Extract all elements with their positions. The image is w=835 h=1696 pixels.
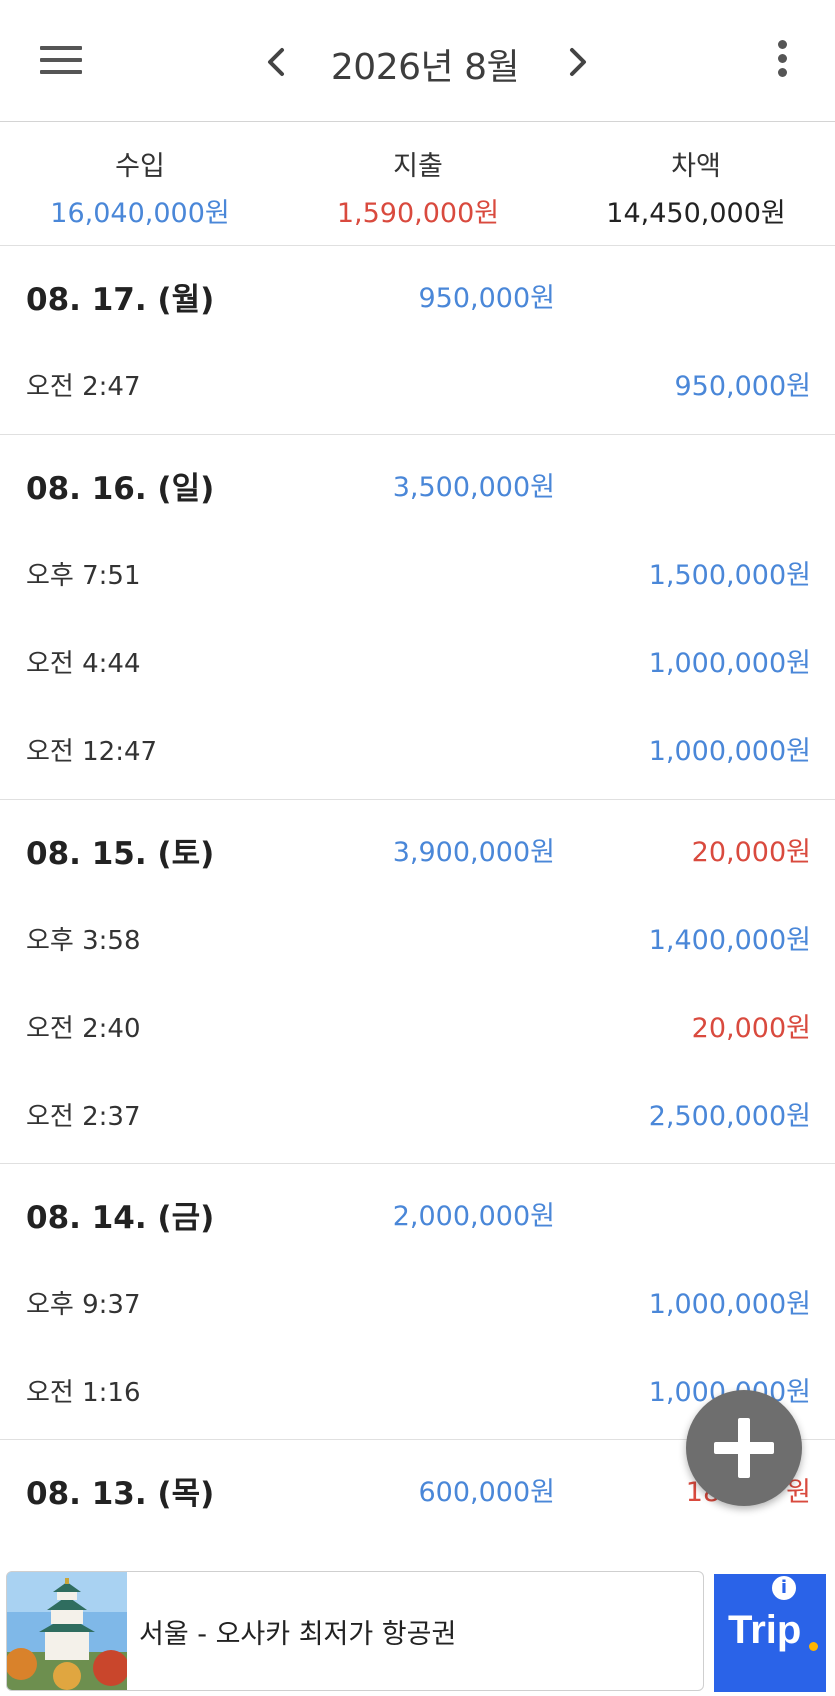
day-header[interactable]: 08. 17. (월) 950,000원 [0, 246, 835, 340]
day-group: 08. 16. (일) 3,500,000원 오후 7:51 1,500,000… [0, 435, 835, 800]
ad-headline: 서울 - 오사카 최저가 항공권 [139, 1619, 457, 1650]
transaction-amount: 1,400,000원 [648, 925, 811, 956]
transaction-amount: 950,000원 [674, 371, 812, 402]
hamburger-menu-icon[interactable] [40, 46, 82, 76]
income-total: 16,040,000원 [50, 198, 230, 229]
transaction-time: 오전 12:47 [26, 737, 158, 767]
day-group: 08. 14. (금) 2,000,000원 오후 9:37 1,000,000… [0, 1164, 835, 1440]
day-income-total: 600,000원 [418, 1477, 556, 1508]
day-date: 08. 16. (일) [26, 471, 215, 507]
transaction-time: 오후 3:58 [26, 926, 141, 956]
day-date: 08. 15. (토) [26, 836, 215, 872]
transaction-row[interactable]: 오전 2:37 2,500,000원 [0, 1070, 835, 1158]
ad-card[interactable]: 서울 - 오사카 최저가 항공권 [6, 1571, 704, 1691]
day-date: 08. 13. (목) [26, 1476, 215, 1512]
day-income-total: 3,900,000원 [392, 837, 555, 868]
transaction-row[interactable]: 오전 4:44 1,000,000원 [0, 617, 835, 705]
day-header[interactable]: 08. 16. (일) 3,500,000원 [0, 435, 835, 529]
add-transaction-button[interactable] [686, 1390, 802, 1506]
balance-summary: 차액 14,450,000원 [556, 144, 835, 230]
transaction-time: 오전 2:47 [26, 372, 141, 402]
transaction-amount: 2,500,000원 [648, 1101, 811, 1132]
info-icon[interactable]: i [770, 1574, 798, 1602]
month-title[interactable]: 2026년 8월 [300, 38, 550, 90]
income-summary: 수입 16,040,000원 [0, 144, 280, 230]
day-group: 08. 15. (토) 3,900,000원 20,000원 오후 3:58 1… [0, 800, 835, 1164]
day-income-total: 2,000,000원 [392, 1201, 555, 1232]
trip-logo-text: Trip [728, 1608, 802, 1652]
transaction-amount: 1,000,000원 [648, 736, 811, 767]
expense-summary: 지출 1,590,000원 [278, 144, 558, 230]
top-app-bar: 2026년 8월 [0, 0, 835, 122]
balance-label: 차액 [671, 151, 721, 182]
osaka-castle-image [7, 1572, 129, 1690]
day-group: 08. 17. (월) 950,000원 오전 2:47 950,000원 [0, 246, 835, 435]
transaction-time: 오전 2:40 [26, 1014, 141, 1044]
day-date: 08. 17. (월) [26, 282, 215, 318]
more-vertical-icon[interactable] [770, 40, 794, 84]
transaction-amount: 1,000,000원 [648, 1289, 811, 1320]
transaction-amount: 20,000원 [691, 1013, 811, 1044]
transaction-time: 오전 1:16 [26, 1378, 141, 1408]
transaction-row[interactable]: 오전 12:47 1,000,000원 [0, 705, 835, 793]
chevron-left-icon[interactable] [258, 42, 298, 82]
transaction-row[interactable]: 오후 7:51 1,500,000원 [0, 529, 835, 617]
day-income-total: 950,000원 [418, 283, 556, 314]
transaction-row[interactable]: 오후 3:58 1,400,000원 [0, 894, 835, 982]
ad-options-icon[interactable] [812, 1574, 822, 1604]
transaction-amount: 1,000,000원 [648, 648, 811, 679]
day-header[interactable]: 08. 15. (토) 3,900,000원 20,000원 [0, 800, 835, 894]
transaction-time: 오전 2:37 [26, 1102, 141, 1132]
transaction-time: 오후 7:51 [26, 561, 141, 591]
transaction-row[interactable]: 오전 2:40 20,000원 [0, 982, 835, 1070]
income-label: 수입 [115, 151, 165, 182]
transaction-row[interactable]: 오전 2:47 950,000원 [0, 340, 835, 428]
expense-label: 지출 [393, 151, 443, 182]
transaction-amount: 1,500,000원 [648, 560, 811, 591]
balance-total: 14,450,000원 [606, 198, 786, 229]
transaction-row[interactable]: 오후 9:37 1,000,000원 [0, 1258, 835, 1346]
day-date: 08. 14. (금) [26, 1200, 215, 1236]
day-income-total: 3,500,000원 [392, 472, 555, 503]
chevron-right-icon[interactable] [556, 42, 596, 82]
monthly-summary: 수입 16,040,000원 지출 1,590,000원 차액 14,450,0… [0, 122, 835, 246]
transaction-time: 오후 9:37 [26, 1290, 141, 1320]
day-expense-total: 20,000원 [691, 837, 811, 868]
day-header[interactable]: 08. 14. (금) 2,000,000원 [0, 1164, 835, 1258]
expense-total: 1,590,000원 [336, 198, 500, 229]
transaction-time: 오전 4:44 [26, 649, 141, 679]
ad-banner: 서울 - 오사카 최저가 항공권 Trip i [0, 1566, 835, 1696]
